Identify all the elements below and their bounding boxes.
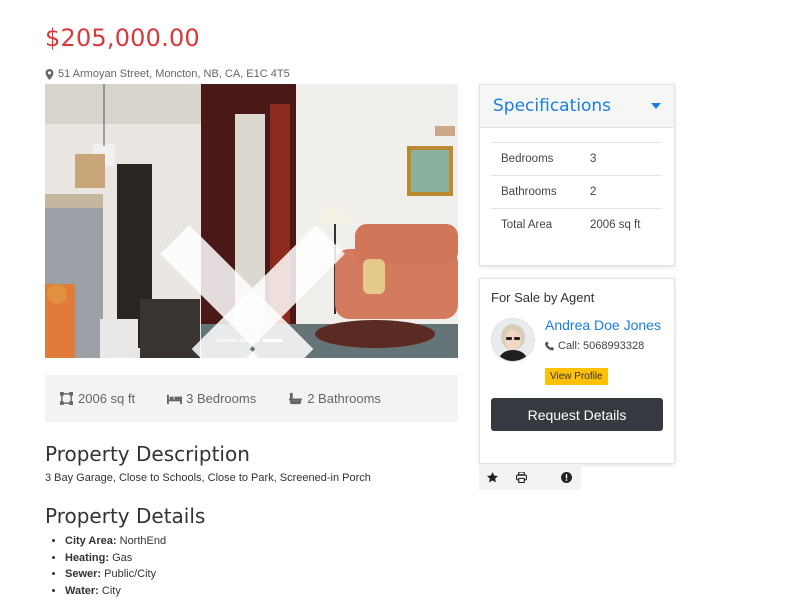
list-item: Water: City: [65, 583, 166, 600]
caret-down-icon: [651, 103, 661, 109]
agent-card: For Sale by Agent Andrea Doe Jones Call:…: [479, 278, 675, 464]
photo-carousel[interactable]: [45, 84, 458, 358]
stat-bedrooms-text: 3 Bedrooms: [186, 391, 257, 406]
detail-label: Heating:: [65, 551, 109, 564]
agent-card-heading: For Sale by Agent: [491, 290, 595, 305]
spec-label: Bathrooms: [491, 175, 580, 209]
phone-icon: [545, 341, 554, 351]
carousel-indicators: [217, 339, 283, 342]
property-stats-bar: 2006 sq ft 3 Bedrooms 2 Bathrooms: [45, 375, 458, 422]
agent-photo: [492, 319, 534, 361]
listing-actions: [479, 464, 581, 490]
specifications-title: Specifications: [493, 96, 612, 116]
listing-price: $205,000.00: [45, 24, 200, 52]
detail-value: NorthEnd: [119, 535, 167, 547]
specifications-toggle[interactable]: Specifications: [480, 85, 674, 128]
spec-value: 2: [579, 175, 662, 209]
view-profile-button[interactable]: View Profile: [545, 368, 608, 385]
stat-area-text: 2006 sq ft: [78, 391, 136, 406]
stat-bathrooms: 2 Bathrooms: [288, 391, 381, 406]
next-slide-icon[interactable]: [45, 212, 436, 358]
spec-value: 3: [579, 142, 662, 176]
stat-area: 2006 sq ft: [59, 391, 135, 406]
detail-label: Sewer:: [65, 568, 102, 580]
info-icon[interactable]: [561, 472, 572, 483]
agent-avatar: [491, 318, 535, 362]
carousel-indicator[interactable]: [240, 339, 260, 342]
detail-value: City: [101, 584, 121, 597]
detail-value: Public/City: [104, 568, 157, 580]
bath-icon: [289, 392, 303, 405]
property-details-heading: Property Details: [45, 504, 206, 528]
table-row: Total Area 2006 sq ft: [491, 208, 662, 241]
specifications-card: Specifications Bedrooms 3 Bathrooms 2 Tota…: [479, 84, 675, 266]
spec-label: Total Area: [491, 208, 580, 241]
carousel-indicator-active[interactable]: [263, 339, 283, 342]
list-item: Sewer: Public/City: [65, 566, 166, 583]
list-item: City Area: NorthEnd: [65, 533, 166, 550]
property-description-text: 3 Bay Garage, Close to Schools, Close to…: [45, 472, 371, 484]
spec-value: 2006 sq ft: [579, 208, 662, 241]
list-item: Heating: Gas: [65, 550, 166, 567]
agent-name-link[interactable]: Andrea Doe Jones: [545, 317, 661, 333]
request-details-button[interactable]: Request Details: [491, 398, 663, 431]
address-text: 51 Armoyan Street, Moncton, NB, CA, E1C …: [58, 68, 290, 80]
specifications-table: Bedrooms 3 Bathrooms 2 Total Area 2006 sq f…: [491, 142, 662, 241]
table-row: Bathrooms 2: [491, 175, 662, 209]
area-icon: [60, 392, 73, 405]
detail-label: City Area:: [65, 535, 117, 547]
property-details-list: City Area: NorthEnd Heating: Gas Sewer: …: [45, 533, 166, 599]
carousel-indicator[interactable]: [217, 339, 237, 342]
stat-bathrooms-text: 2 Bathrooms: [307, 391, 381, 406]
spec-label: Bedrooms: [491, 142, 580, 176]
stat-bedrooms: 3 Bedrooms: [167, 391, 256, 406]
bed-icon: [167, 394, 183, 405]
property-description-heading: Property Description: [45, 442, 250, 466]
listing-address: 51 Armoyan Street, Moncton, NB, CA, E1C …: [45, 68, 290, 80]
agent-phone-text: Call: 5068993328: [558, 340, 645, 352]
map-marker-icon: [45, 68, 54, 80]
agent-phone[interactable]: Call: 5068993328: [545, 340, 644, 352]
print-icon[interactable]: [516, 472, 527, 483]
detail-value: Gas: [112, 551, 133, 564]
star-icon[interactable]: [487, 472, 498, 483]
table-row: Bedrooms 3: [491, 142, 662, 176]
detail-label: Water:: [65, 584, 99, 597]
